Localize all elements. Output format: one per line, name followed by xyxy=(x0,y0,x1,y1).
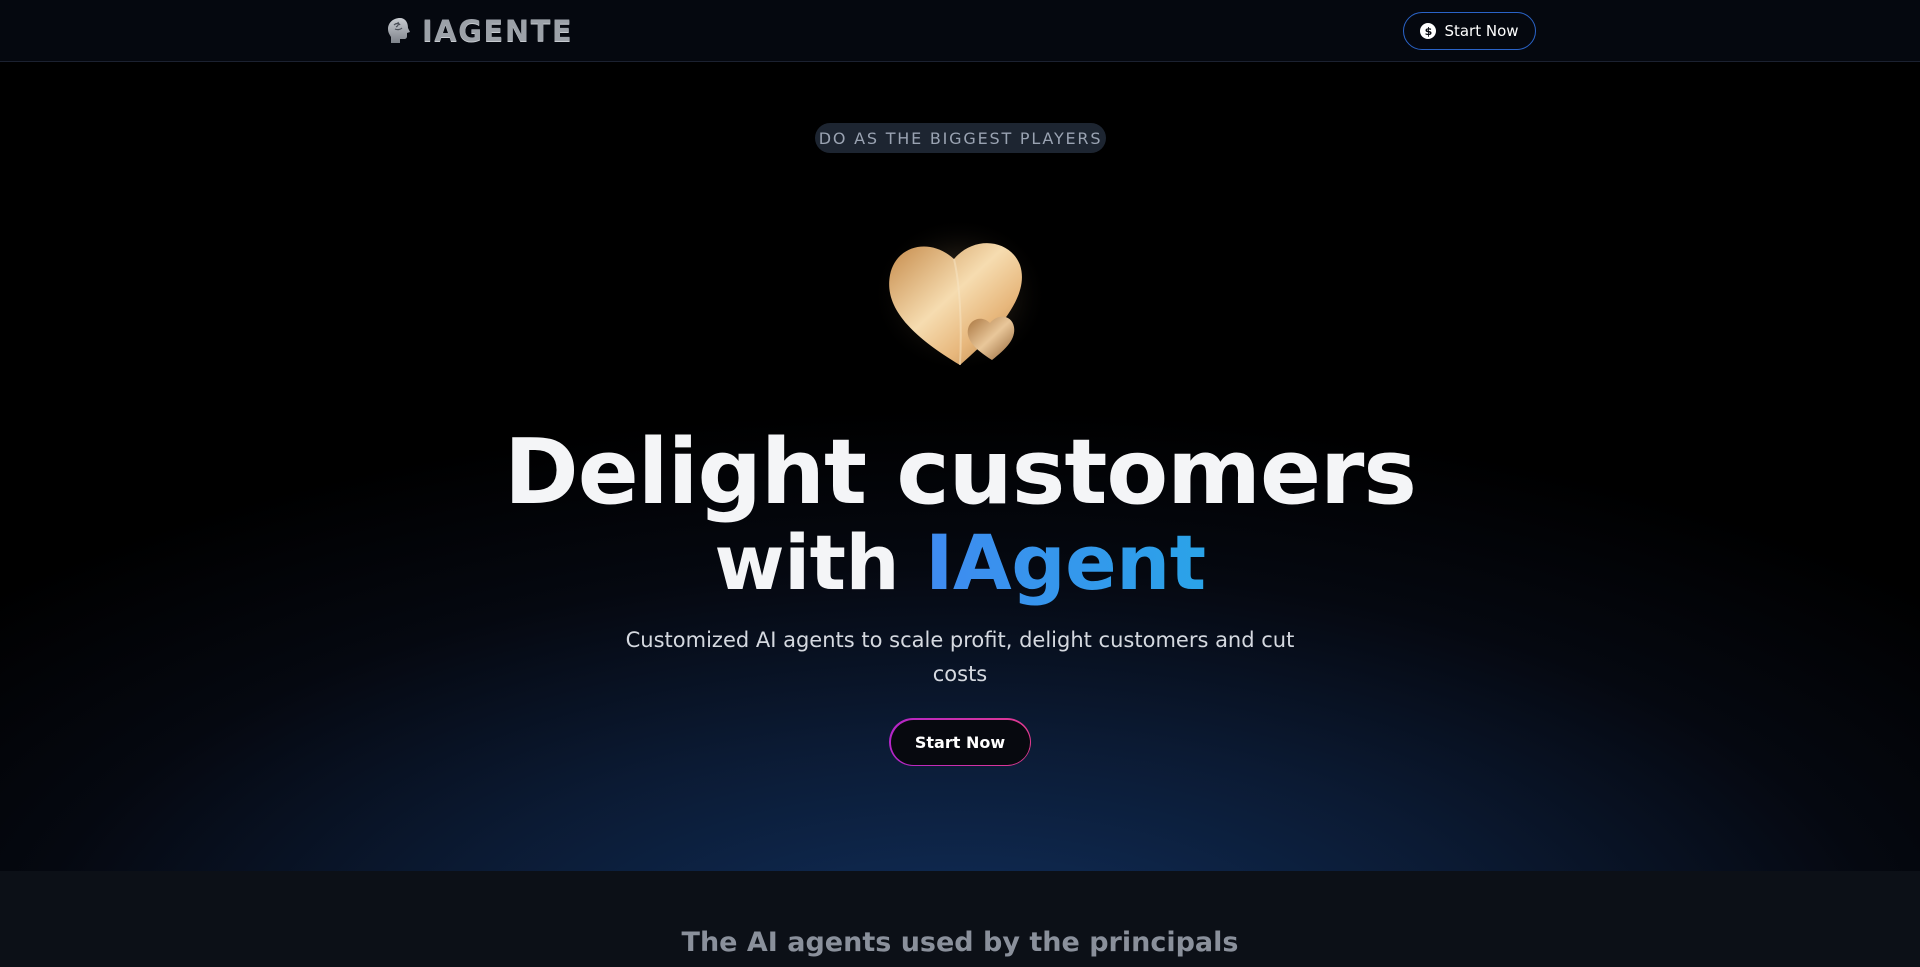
hero-headline-line1: Delight customers xyxy=(504,420,1417,525)
principals-section-title: The AI agents used by the principals xyxy=(681,927,1239,958)
start-now-hero-label: Start Now xyxy=(890,719,1030,765)
principals-section: The AI agents used by the principals xyxy=(0,871,1920,967)
gold-hearts-icon xyxy=(870,215,1050,375)
start-now-nav-button[interactable]: $ Start Now xyxy=(1403,12,1536,50)
hero-subheadline: Customized AI agents to scale profit, de… xyxy=(625,628,1295,686)
brand-logo[interactable]: IAGENTE xyxy=(384,14,573,48)
hero-section: DO AS THE BIGGEST PLAYERS Delight custom… xyxy=(0,63,1920,871)
brain-head-icon xyxy=(388,18,410,43)
hero-headline-line2: with IAgent xyxy=(0,518,1920,608)
headline-prefix: with xyxy=(714,518,900,607)
dollar-icon: $ xyxy=(1420,23,1437,39)
start-now-hero-button[interactable]: Start Now xyxy=(889,718,1031,766)
start-now-nav-label: Start Now xyxy=(1444,22,1519,40)
headline-accent-brand: IAgent xyxy=(925,518,1206,607)
logo-wordmark: IAGENTE xyxy=(422,14,574,48)
top-navbar: IAGENTE $ Start Now xyxy=(0,0,1920,62)
eyebrow-badge: DO AS THE BIGGEST PLAYERS xyxy=(815,123,1106,153)
